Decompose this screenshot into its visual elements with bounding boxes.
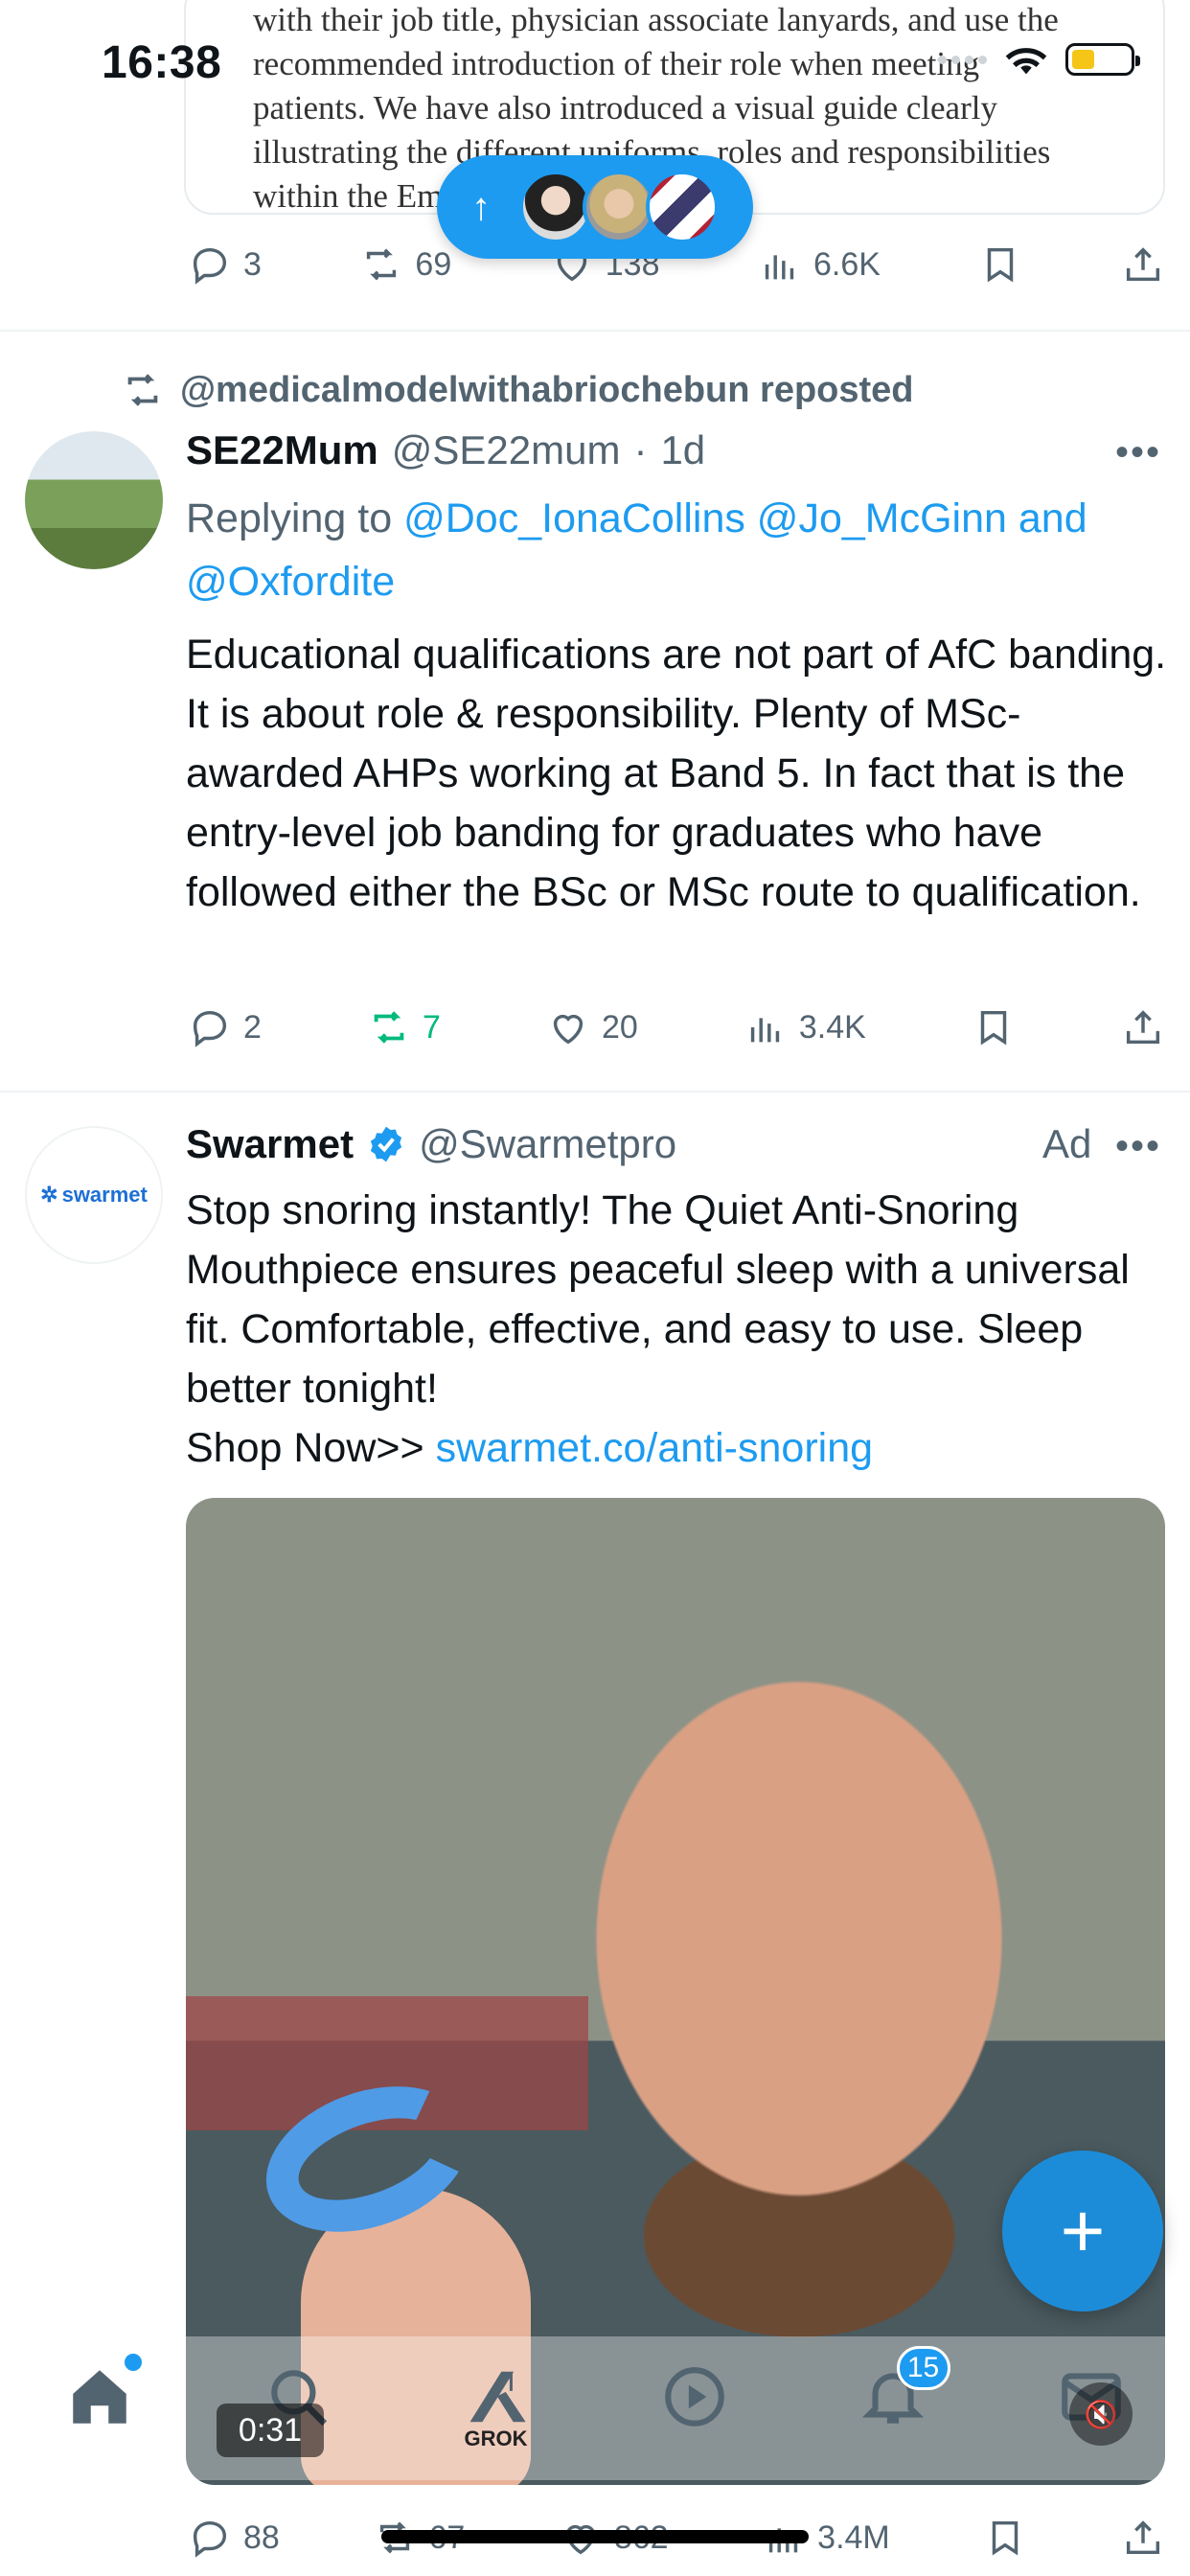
views-button[interactable]: 3.4K [744,1005,866,1049]
reply-icon [193,2520,227,2558]
reply-icon [193,247,227,285]
post-header: Swarmet @Swarmetpro [186,1121,676,1167]
ad-label: Ad [1042,1121,1092,1166]
ad-link[interactable]: swarmet.co/anti-snoring [436,1425,873,1471]
views-count: 3.4M [817,2518,890,2556]
bookmark-button[interactable] [983,2516,1027,2560]
tab-video[interactable] [637,2361,752,2432]
post-actions: 2 7 20 3.4K [188,999,1165,1056]
status-time: 16:38 [102,37,222,88]
grok-icon [469,2371,526,2423]
avatar[interactable]: ✲ swarmet [25,1126,163,1264]
share-icon [1126,1010,1159,1045]
like-icon [553,1014,584,1045]
divider [0,1091,1190,1092]
compose-button[interactable]: + [1002,2150,1163,2312]
repost-button[interactable]: 7 [367,1005,441,1049]
share-button[interactable] [1121,2516,1165,2560]
bookmark-icon [980,1010,1007,1046]
unread-dot [124,2354,142,2371]
reply-icon [193,1010,227,1047]
reply-button[interactable]: 2 [188,1005,262,1049]
like-button[interactable]: 20 [546,1005,638,1049]
notification-badge: 15 [896,2346,950,2390]
reply-count: 3 [243,245,262,283]
tab-notifications[interactable]: 15 [835,2346,950,2432]
shop-now-label: Shop Now>> [186,1425,424,1471]
author-name[interactable]: SE22Mum [186,427,378,473]
repost-count: 69 [415,245,452,283]
arrow-up-icon: ↑ [471,185,491,228]
bookmark-button[interactable] [972,1005,1016,1049]
author-name[interactable]: Swarmet [186,1121,354,1167]
more-options-icon[interactable]: ••• [1115,1125,1161,1168]
reply-count: 88 [243,2518,280,2556]
video-icon [664,2367,724,2426]
home-icon [72,2370,126,2424]
views-icon [765,255,794,280]
reply-button[interactable]: 88 [188,2516,280,2560]
replying-to: Replying to @Doc_IonaCollins @Jo_McGinn … [186,487,1173,613]
repost-by-label: @medicalmodelwithabriochebun reposted [180,369,914,410]
battery-icon [1065,43,1140,76]
swarmet-logo-icon: ✲ [40,1183,58,1207]
grok-label: GROK [464,2426,528,2450]
post-cta: Shop Now>> swarmet.co/anti-snoring [186,1418,1173,1478]
like-count: 20 [601,1008,638,1046]
bottom-tab-bar: GROK 15 [0,2336,1190,2480]
reply-button[interactable]: 3 [188,242,262,287]
avatar [519,171,592,243]
divider [0,330,1190,332]
post-text-block: Stop snoring instantly! The Quiet Anti-S… [186,1181,1173,1478]
avatar[interactable] [25,431,163,569]
views-count: 6.6K [812,245,881,283]
avatar [583,171,655,243]
repost-button[interactable]: 69 [359,242,451,287]
share-button[interactable] [1121,242,1165,287]
wifi-icon [1005,48,1047,75]
share-button[interactable] [1121,1005,1165,1049]
tab-home[interactable] [42,2354,157,2432]
post-text: Educational qualifications are not part … [186,632,1167,915]
bookmark-icon [993,2520,1018,2556]
repost-indicator[interactable]: @medicalmodelwithabriochebun reposted [121,368,914,412]
views-icon [750,1018,780,1043]
video-duration: 0:31 [217,2404,324,2457]
bookmark-button[interactable] [978,242,1022,287]
author-handle[interactable]: @Swarmetpro [419,1121,676,1167]
author-handle[interactable]: @SE22mum [392,427,621,473]
views-count: 3.4K [798,1008,866,1046]
verified-icon [370,1126,402,1162]
signal-icon [938,55,987,64]
post-header: SE22Mum @SE22mum · 1d [186,427,705,473]
post-text: Stop snoring instantly! The Quiet Anti-S… [186,1187,1130,1412]
share-icon [1126,2520,1160,2555]
home-indicator [381,2530,809,2543]
more-options-icon[interactable]: ••• [1115,431,1161,474]
share-icon [1126,247,1159,282]
tab-grok[interactable]: GROK [439,2361,554,2451]
views-button[interactable]: 6.6K [758,242,881,287]
repost-icon [367,248,397,281]
repost-icon [374,1011,404,1044]
reply-count: 2 [243,1008,262,1046]
status-icons [938,42,1140,77]
bookmark-icon [988,247,1014,283]
post-time: 1d [660,427,706,472]
plus-icon: + [1060,2188,1106,2273]
avatar-logo-text: swarmet [61,1183,148,1207]
repost-count: 7 [422,1008,441,1046]
speaker-muted-icon: 🔇 [1084,2399,1118,2429]
mute-button[interactable]: 🔇 [1069,2382,1133,2446]
avatar [646,171,719,243]
replying-to-label: Replying to [186,495,393,541]
repost-icon [127,374,158,406]
new-posts-pill[interactable]: ↑ [437,155,753,259]
separator-dot: · [633,427,648,472]
